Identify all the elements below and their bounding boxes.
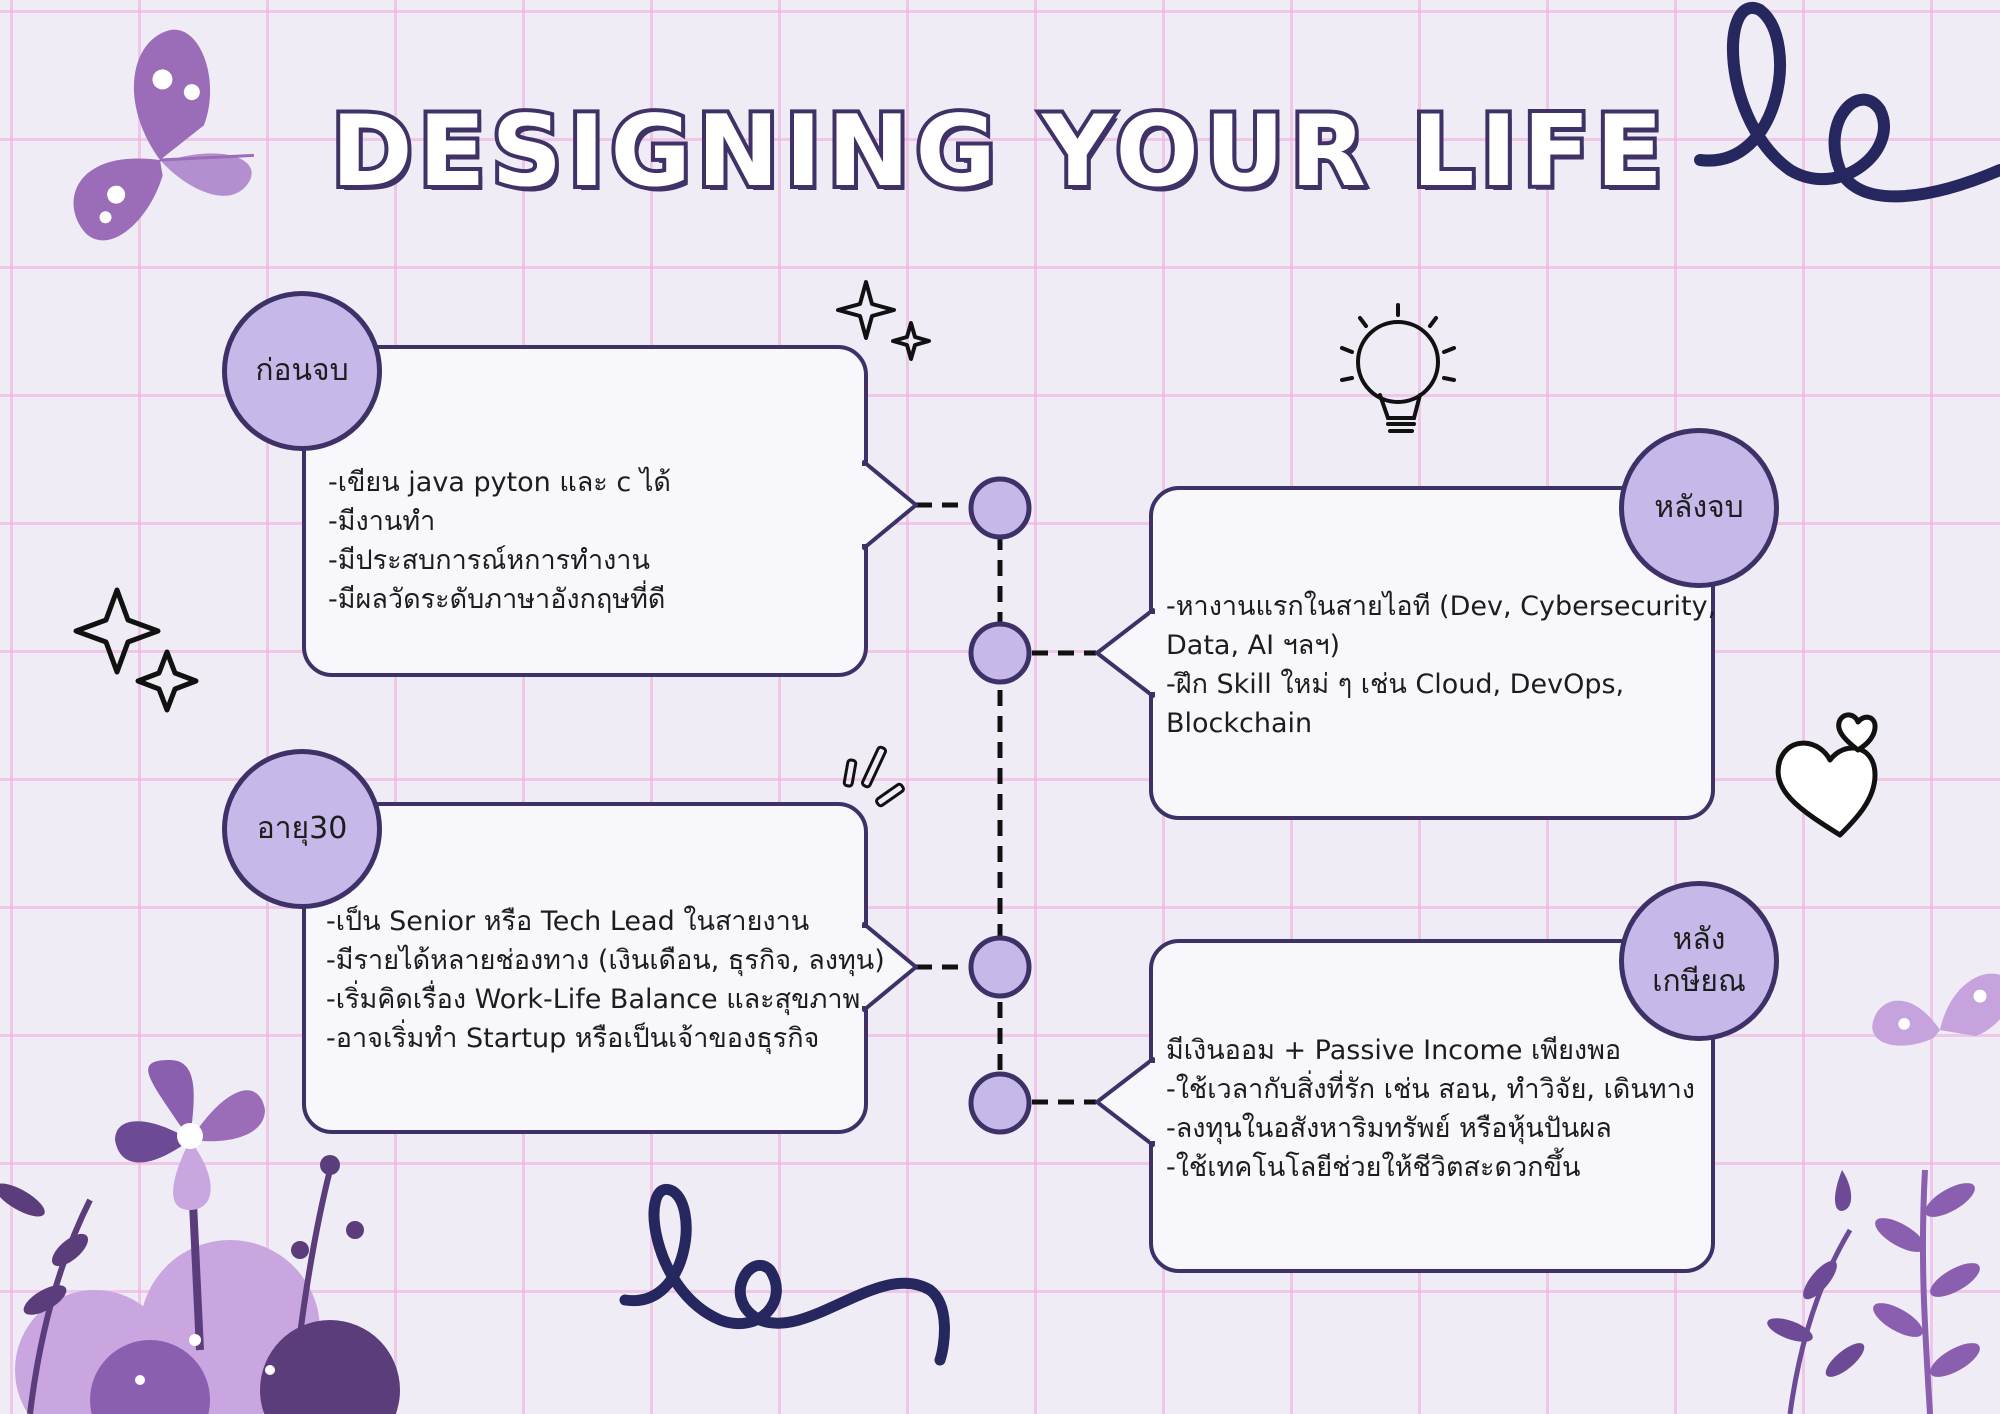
card-pointer-left — [1095, 1057, 1158, 1147]
stage-text-retirement: มีเงินออม + Passive Income เพียงพอ -ใช้เ… — [1166, 1035, 1695, 1183]
stage-badge-retirement: หลัง เกษียณ — [1619, 881, 1779, 1041]
